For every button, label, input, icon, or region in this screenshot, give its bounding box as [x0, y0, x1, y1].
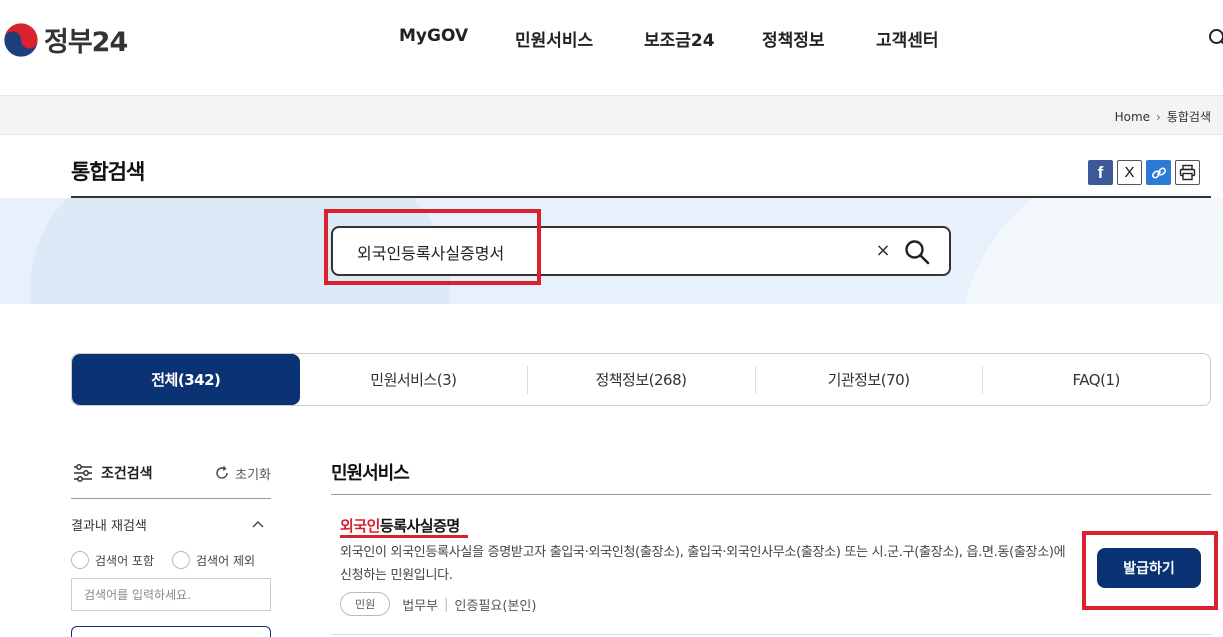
nav-civil-service[interactable]: 민원서비스 [515, 26, 593, 51]
chevron-up-icon [252, 520, 264, 527]
nav-mygov[interactable]: MyGOV [399, 26, 468, 46]
result-title-highlight: 외국인 [340, 517, 380, 535]
copy-link-button[interactable] [1146, 160, 1171, 185]
share-buttons: f X [1088, 160, 1200, 185]
banner-decoration [960, 198, 1223, 304]
nav-subsidy[interactable]: 보조금24 [644, 26, 715, 51]
main-nav: MyGOV 민원서비스 보조금24 정책정보 고객센터 [0, 26, 1223, 56]
chevron-right-icon: › [1156, 109, 1161, 124]
result-auth-requirement: 인증필요(본인) [454, 598, 537, 614]
search-filter-panel: 조건검색 초기화 결과내 재검색 검색어 포함 검색어 제외 [71, 458, 271, 637]
tab-agency-info[interactable]: 기관정보(70) [754, 354, 983, 405]
clear-search-button[interactable]: × [873, 239, 893, 263]
tab-faq[interactable]: FAQ(1) [982, 354, 1210, 405]
page-title: 통합검색 [71, 160, 145, 184]
nav-policy-info[interactable]: 정책정보 [762, 26, 825, 51]
tab-civil-service[interactable]: 민원서비스(3) [300, 354, 528, 405]
refine-search-label: 결과내 재검색 [71, 519, 147, 534]
print-icon [1179, 164, 1196, 181]
result-description: 외국인이 외국인등록사실을 증명받고자 출입국·외국인청(출장소), 출입국·외… [340, 545, 1066, 583]
include-keyword-radio[interactable]: 검색어 포함 [71, 551, 154, 569]
refine-search-toggle[interactable]: 결과내 재검색 [71, 515, 271, 534]
x-share-button[interactable]: X [1117, 160, 1142, 185]
filter-header: 조건검색 초기화 [71, 458, 271, 499]
tab-policy-info[interactable]: 정책정보(268) [527, 354, 755, 405]
filter-next-section[interactable] [71, 626, 271, 637]
meta-separator: | [444, 596, 449, 612]
include-keyword-label: 검색어 포함 [95, 553, 155, 568]
breadcrumb: Home › 통합검색 [1115, 108, 1211, 125]
nav-customer-center[interactable]: 고객센터 [876, 26, 939, 51]
search-submit-icon[interactable] [903, 238, 931, 266]
annotation-underline [340, 535, 468, 538]
result-department: 법무부 [402, 598, 439, 614]
reset-button[interactable]: 초기화 [214, 464, 271, 483]
radio-circle-icon [172, 551, 191, 569]
annotation-highlight-box [1082, 531, 1218, 610]
x-icon: X [1124, 164, 1135, 181]
facebook-icon: f [1097, 162, 1104, 182]
section-divider [331, 494, 1211, 495]
refine-options: 검색어 포함 검색어 제외 [71, 551, 271, 569]
refine-search-input[interactable] [71, 578, 271, 611]
exclude-keyword-radio[interactable]: 검색어 제외 [172, 551, 255, 569]
sliders-icon [74, 464, 92, 482]
breadcrumb-bar: Home › 통합검색 [0, 95, 1223, 135]
search-icon[interactable] [1208, 28, 1223, 48]
print-button[interactable] [1175, 160, 1200, 185]
result-title[interactable]: 외국인등록사실증명 [340, 515, 460, 536]
filter-title: 조건검색 [101, 466, 153, 482]
breadcrumb-current: 통합검색 [1166, 110, 1211, 124]
exclude-keyword-label: 검색어 제외 [196, 553, 256, 568]
category-tag: 민원 [340, 592, 391, 616]
radio-circle-icon [71, 551, 89, 569]
result-meta: 민원 법무부 | 인증필요(본인) [340, 592, 536, 616]
facebook-share-button[interactable]: f [1088, 160, 1113, 185]
refresh-icon [216, 466, 228, 479]
annotation-highlight-box [324, 209, 541, 285]
results-section-title: 민원서비스 [331, 463, 410, 484]
link-icon [1151, 166, 1166, 179]
result-title-rest: 등록사실증명 [379, 517, 460, 535]
result-divider [331, 634, 1211, 635]
tab-all[interactable]: 전체(342) [72, 354, 300, 405]
header: 정부24 MyGOV 민원서비스 보조금24 정책정보 고객센터 [0, 0, 1223, 95]
category-tabs: 전체(342) 민원서비스(3) 정책정보(268) 기관정보(70) FAQ(… [71, 353, 1211, 406]
breadcrumb-home[interactable]: Home [1115, 110, 1150, 124]
reset-label: 초기화 [235, 467, 271, 483]
